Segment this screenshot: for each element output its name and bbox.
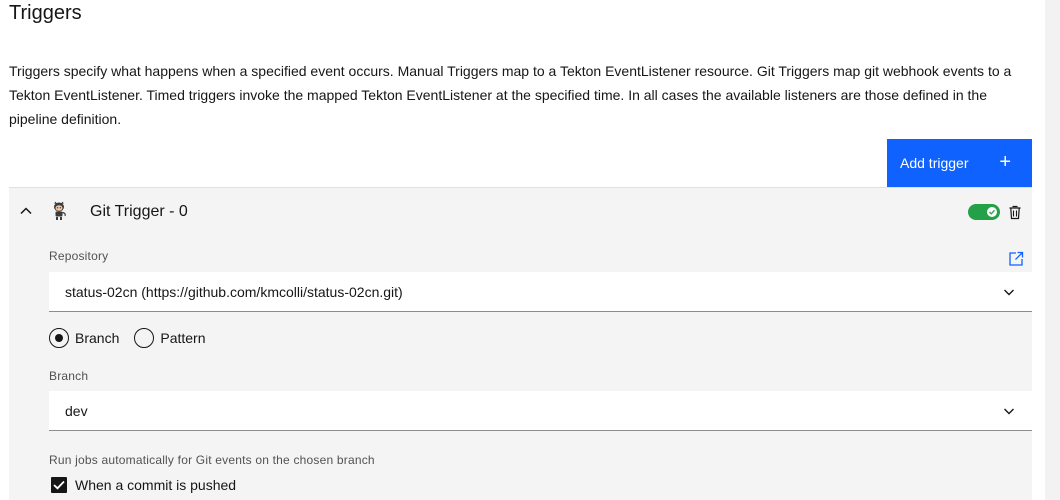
page-description: Triggers specify what happens when a spe… xyxy=(9,63,1012,127)
scrollbar[interactable] xyxy=(1045,0,1060,500)
chevron-down-icon xyxy=(1004,289,1014,296)
toggle-knob xyxy=(987,207,997,217)
branch-label: Branch xyxy=(49,369,89,383)
repository-label: Repository xyxy=(49,249,109,263)
chevron-up-icon[interactable] xyxy=(19,204,33,218)
add-trigger-button[interactable]: Add trigger + xyxy=(887,139,1032,187)
checkmark-icon xyxy=(989,209,995,215)
add-trigger-label: Add trigger xyxy=(900,155,969,171)
commit-pushed-checkbox[interactable]: When a commit is pushed xyxy=(51,477,236,493)
repository-value: status-02cn (https://github.com/kmcolli/… xyxy=(65,283,403,300)
branch-select[interactable]: dev xyxy=(49,391,1032,431)
radio-branch[interactable]: Branch xyxy=(49,328,119,348)
page-title: Triggers xyxy=(9,2,82,24)
repository-select[interactable]: status-02cn (https://github.com/kmcolli/… xyxy=(49,272,1032,312)
branch-value: dev xyxy=(65,402,88,419)
checkmark-icon xyxy=(53,480,65,490)
radio-branch-label: Branch xyxy=(75,330,120,346)
radio-pattern[interactable]: Pattern xyxy=(134,328,206,348)
trigger-enabled-toggle[interactable] xyxy=(968,204,1000,220)
github-octocat-icon xyxy=(54,201,66,220)
launch-icon[interactable] xyxy=(1008,251,1024,267)
commit-pushed-label: When a commit is pushed xyxy=(75,477,237,493)
radio-pattern-label: Pattern xyxy=(160,330,206,346)
trigger-name: Git Trigger - 0 xyxy=(90,203,188,220)
run-jobs-label: Run jobs automatically for Git events on… xyxy=(49,453,375,467)
trash-icon[interactable] xyxy=(1007,204,1023,220)
chevron-down-icon xyxy=(1004,408,1014,415)
radio-branch-circle xyxy=(49,328,69,348)
mode-radio-group: Branch Pattern xyxy=(49,328,215,348)
plus-icon: + xyxy=(999,151,1011,173)
checkbox-box xyxy=(51,477,67,493)
radio-pattern-circle xyxy=(134,328,155,348)
